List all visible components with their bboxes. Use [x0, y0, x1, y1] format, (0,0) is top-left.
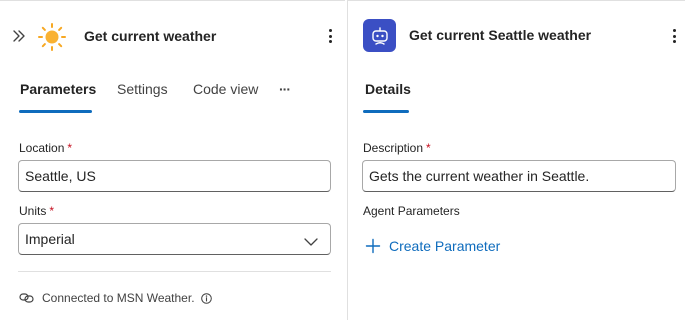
- agent-action-title: Get current Seattle weather: [409, 27, 592, 43]
- link-icon: [19, 291, 35, 305]
- location-label: Location *: [19, 141, 73, 155]
- more-tabs-button[interactable]: ···: [279, 81, 291, 97]
- tab-details[interactable]: Details: [365, 81, 411, 97]
- location-input[interactable]: Seattle, US: [18, 160, 331, 192]
- agent-parameters-label: Agent Parameters: [363, 204, 460, 218]
- plus-icon: [365, 238, 381, 254]
- description-value: Gets the current weather in Seattle.: [369, 168, 590, 184]
- create-parameter-button[interactable]: Create Parameter: [365, 238, 500, 254]
- create-parameter-label: Create Parameter: [389, 238, 501, 254]
- weather-action-panel: Get current weather Parameters Settings …: [0, 0, 345, 320]
- tab-list: Details: [348, 81, 685, 115]
- info-icon[interactable]: [201, 292, 212, 304]
- more-vertical-icon[interactable]: [670, 28, 678, 44]
- active-tab-indicator: [363, 110, 409, 113]
- bot-icon: [363, 19, 396, 52]
- section-divider: [18, 271, 331, 272]
- agent-action-panel: Get current Seattle weather Details Desc…: [347, 0, 685, 320]
- units-label: Units *: [19, 204, 55, 218]
- expand-panel-icon[interactable]: [11, 28, 27, 44]
- tab-parameters[interactable]: Parameters: [20, 81, 96, 97]
- units-dropdown[interactable]: Imperial: [18, 223, 331, 255]
- panel-header: Get current Seattle weather: [348, 1, 685, 71]
- units-value: Imperial: [25, 231, 75, 247]
- connection-status: Connected to MSN Weather.: [42, 291, 195, 305]
- chevron-down-icon: [304, 234, 318, 246]
- location-value: Seattle, US: [25, 168, 96, 184]
- description-label: Description *: [363, 141, 431, 155]
- tab-list: Parameters Settings Code view ···: [0, 81, 345, 115]
- tab-settings[interactable]: Settings: [117, 81, 168, 97]
- tab-code-view[interactable]: Code view: [193, 81, 258, 97]
- panel-header: Get current weather: [0, 1, 345, 71]
- active-tab-indicator: [19, 110, 92, 113]
- description-input[interactable]: Gets the current weather in Seattle.: [362, 160, 676, 192]
- action-title: Get current weather: [84, 28, 217, 44]
- more-vertical-icon[interactable]: [326, 28, 334, 44]
- sun-icon: [37, 22, 67, 52]
